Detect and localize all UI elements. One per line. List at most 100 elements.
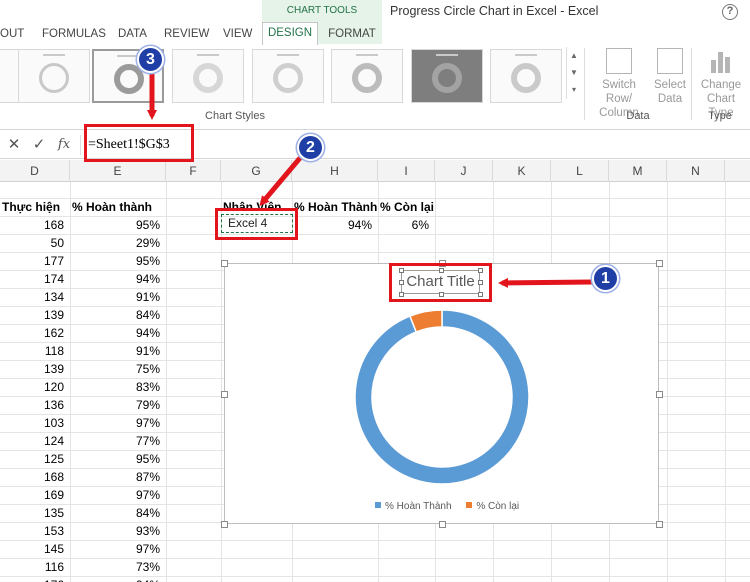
- column-header-k[interactable]: K: [493, 160, 551, 182]
- tab-layout[interactable]: OUT: [0, 24, 24, 44]
- chart-resize-handle[interactable]: [438, 521, 446, 528]
- cell-hoan-thanh[interactable]: 77%: [70, 432, 166, 450]
- cell-thuc-hien[interactable]: 139: [0, 360, 70, 378]
- header-hoan-thanh[interactable]: % Hoàn thành: [70, 198, 166, 216]
- chart-style-4[interactable]: [172, 49, 244, 103]
- cell-thuc-hien[interactable]: 177: [0, 252, 70, 270]
- cell-hoan-thanh[interactable]: 91%: [70, 342, 166, 360]
- cell-hoan-thanh[interactable]: 83%: [70, 378, 166, 396]
- cell-hoan-thanh[interactable]: 84%: [70, 306, 166, 324]
- chart-style-6[interactable]: [331, 49, 403, 103]
- select-data-button[interactable]: Select Data: [652, 48, 688, 106]
- header-pct-hoan-thanh[interactable]: % Hoàn Thành: [292, 198, 378, 216]
- bar-chart-icon: [708, 48, 734, 74]
- cell-hoan-thanh[interactable]: 97%: [70, 414, 166, 432]
- insert-function-icon[interactable]: fx: [55, 136, 73, 154]
- cell-hoan-thanh[interactable]: 73%: [70, 558, 166, 576]
- cell-hoan-thanh[interactable]: 79%: [70, 396, 166, 414]
- cell-thuc-hien[interactable]: 116: [0, 558, 70, 576]
- column-header-e[interactable]: E: [70, 160, 166, 182]
- cell-thuc-hien[interactable]: 169: [0, 486, 70, 504]
- cell-hoan-thanh[interactable]: 95%: [70, 450, 166, 468]
- cell-thuc-hien[interactable]: 124: [0, 432, 70, 450]
- cell-hoan-thanh[interactable]: 94%: [70, 576, 166, 582]
- cell-thuc-hien[interactable]: 134: [0, 288, 70, 306]
- cell-thuc-hien[interactable]: 153: [0, 522, 70, 540]
- enter-icon[interactable]: ✓: [30, 136, 48, 154]
- chart-resize-handle[interactable]: [221, 390, 228, 398]
- window-title: Progress Circle Chart in Excel - Excel: [390, 4, 599, 18]
- cell-thuc-hien[interactable]: 168: [0, 216, 70, 234]
- cell-thuc-hien[interactable]: 176: [0, 576, 70, 582]
- cell-hoan-thanh[interactable]: 87%: [70, 468, 166, 486]
- chart-style-5[interactable]: [252, 49, 324, 103]
- column-header-i[interactable]: I: [378, 160, 435, 182]
- column-header-f[interactable]: F: [166, 160, 221, 182]
- legend-item-remaining: % Còn lại: [466, 501, 519, 512]
- column-header-n[interactable]: N: [667, 160, 725, 182]
- cell-thuc-hien[interactable]: 135: [0, 504, 70, 522]
- legend-label-completed: % Hoàn Thành: [385, 501, 452, 512]
- cell-hoan-thanh[interactable]: 97%: [70, 540, 166, 558]
- chart-resize-handle[interactable]: [656, 260, 663, 267]
- tab-review[interactable]: REVIEW: [164, 24, 209, 44]
- chart-resize-handle[interactable]: [656, 521, 663, 528]
- chart-resize-handle[interactable]: [656, 390, 663, 398]
- type-group-label: Type: [708, 110, 732, 122]
- cell-thuc-hien[interactable]: 50: [0, 234, 70, 252]
- tab-design[interactable]: DESIGN: [262, 22, 318, 45]
- cell-thuc-hien[interactable]: 136: [0, 396, 70, 414]
- cell-thuc-hien[interactable]: 145: [0, 540, 70, 558]
- column-header-j[interactable]: J: [435, 160, 493, 182]
- cell-i3[interactable]: 6%: [378, 216, 435, 234]
- cell-h3[interactable]: 94%: [292, 216, 378, 234]
- chart-style-7[interactable]: [411, 49, 483, 103]
- column-header-d[interactable]: D: [0, 160, 70, 182]
- header-thuc-hien[interactable]: Thực hiện: [0, 198, 70, 216]
- cell-thuc-hien[interactable]: 139: [0, 306, 70, 324]
- donut-slice-completed[interactable]: [354, 309, 530, 485]
- chart-style-8[interactable]: [490, 49, 562, 103]
- cell-hoan-thanh[interactable]: 91%: [70, 288, 166, 306]
- cell-hoan-thanh[interactable]: 29%: [70, 234, 166, 252]
- column-header-g[interactable]: G: [221, 160, 292, 182]
- cell-hoan-thanh[interactable]: 94%: [70, 270, 166, 288]
- more-styles-icon[interactable]: ▾: [567, 81, 581, 98]
- help-icon[interactable]: ?: [722, 4, 738, 20]
- scroll-up-icon[interactable]: ▲: [567, 47, 581, 64]
- scroll-down-icon[interactable]: ▼: [567, 64, 581, 81]
- tab-format[interactable]: FORMAT: [322, 24, 382, 44]
- column-header-m[interactable]: M: [609, 160, 667, 182]
- column-header-l[interactable]: L: [551, 160, 609, 182]
- callout-badge-3: 3: [137, 46, 164, 73]
- cell-hoan-thanh[interactable]: 95%: [70, 252, 166, 270]
- cell-thuc-hien[interactable]: 118: [0, 342, 70, 360]
- chart-style-2[interactable]: [18, 49, 90, 103]
- tab-data[interactable]: DATA: [118, 24, 147, 44]
- cell-hoan-thanh[interactable]: 84%: [70, 504, 166, 522]
- chart-resize-handle[interactable]: [221, 521, 228, 528]
- cell-hoan-thanh[interactable]: 97%: [70, 486, 166, 504]
- chart-legend[interactable]: % Hoàn Thành % Còn lại: [375, 501, 531, 512]
- cell-thuc-hien[interactable]: 162: [0, 324, 70, 342]
- switch-row-column-icon: [606, 48, 632, 74]
- cell-hoan-thanh[interactable]: 93%: [70, 522, 166, 540]
- cell-hoan-thanh[interactable]: 95%: [70, 216, 166, 234]
- donut-chart[interactable]: Chart Title % Hoàn Thành % Còn lại: [221, 260, 663, 528]
- cell-thuc-hien[interactable]: 168: [0, 468, 70, 486]
- header-pct-con-lai[interactable]: % Còn lại: [378, 198, 435, 216]
- donut-slice-remaining[interactable]: [408, 309, 443, 333]
- tab-formulas[interactable]: FORMULAS: [42, 24, 106, 44]
- tab-view[interactable]: VIEW: [223, 24, 252, 44]
- cell-thuc-hien[interactable]: 125: [0, 450, 70, 468]
- cancel-icon[interactable]: ✕: [5, 136, 23, 154]
- callout-box-chart-title: [389, 263, 492, 302]
- cell-thuc-hien[interactable]: 120: [0, 378, 70, 396]
- cell-hoan-thanh[interactable]: 94%: [70, 324, 166, 342]
- chart-resize-handle[interactable]: [221, 260, 228, 267]
- cell-thuc-hien[interactable]: 103: [0, 414, 70, 432]
- column-headers: D E F G H I J K L M N: [0, 160, 750, 182]
- cell-hoan-thanh[interactable]: 75%: [70, 360, 166, 378]
- column-header-h[interactable]: H: [292, 160, 378, 182]
- cell-thuc-hien[interactable]: 174: [0, 270, 70, 288]
